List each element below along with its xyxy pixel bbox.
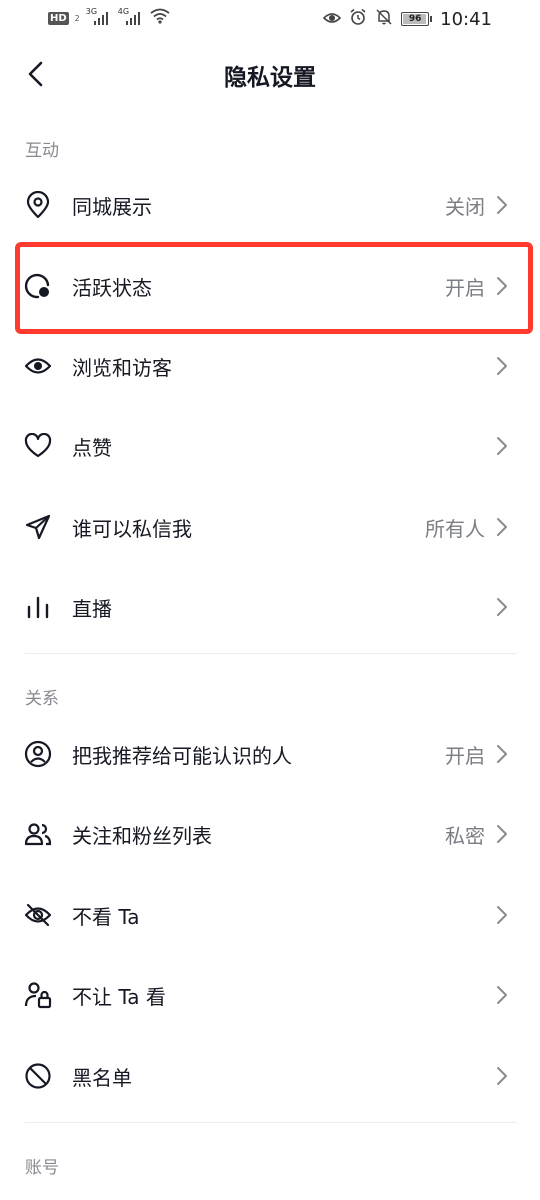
- row-label: 点赞: [72, 435, 112, 460]
- users-icon: [24, 820, 52, 848]
- eye-status-icon: [322, 10, 342, 29]
- eye-icon: [24, 352, 52, 380]
- user-circle-icon: [24, 740, 52, 768]
- row-local-display[interactable]: 同城展示 关闭: [0, 165, 540, 245]
- row-active-status[interactable]: 活跃状态 开启: [0, 246, 540, 326]
- row-value: 开启: [445, 743, 485, 768]
- signal-icon-3g: 3G: [86, 7, 112, 27]
- status-right: 96 10:41: [322, 8, 492, 30]
- row-dont-let-ta-see[interactable]: 不让 Ta 看: [0, 955, 540, 1035]
- row-label: 把我推荐给可能认识的人: [72, 743, 292, 768]
- heart-icon: [24, 432, 52, 460]
- battery-icon: 96: [401, 12, 433, 26]
- section-header-interaction: 互动: [25, 141, 59, 161]
- row-live[interactable]: 直播: [0, 567, 540, 647]
- chevron-right-icon: [492, 905, 512, 925]
- status-bar: HD 2 3G 4G 96 10:41: [0, 0, 540, 40]
- hd-number: 2: [74, 13, 80, 23]
- row-likes[interactable]: 点赞: [0, 406, 540, 486]
- nav-bar: 隐私设置: [0, 44, 540, 104]
- row-label: 同城展示: [72, 194, 152, 219]
- alarm-icon: [349, 8, 367, 30]
- status-left: HD 2 3G 4G: [48, 7, 170, 28]
- section-header-account: 账号: [25, 1158, 59, 1178]
- section-header-relations: 关系: [25, 689, 59, 709]
- chevron-right-icon: [492, 597, 512, 617]
- section-divider: [25, 653, 517, 654]
- row-recommend-to-acquaintances[interactable]: 把我推荐给可能认识的人 开启: [0, 714, 540, 794]
- chevron-right-icon: [492, 436, 512, 456]
- hd-badge: HD: [48, 11, 69, 25]
- row-label: 不让 Ta 看: [72, 984, 166, 1009]
- row-value: 所有人: [425, 516, 485, 541]
- chevron-right-icon: [492, 517, 512, 537]
- page-title: 隐私设置: [224, 65, 316, 91]
- mute-icon: [375, 8, 393, 30]
- eye-off-icon: [24, 901, 52, 929]
- signal-icon-4g: 4G: [118, 7, 144, 27]
- battery-percent: 96: [408, 14, 422, 24]
- row-value: 私密: [445, 823, 485, 848]
- chevron-right-icon: [492, 276, 512, 296]
- chevron-right-icon: [492, 744, 512, 764]
- block-icon: [24, 1062, 52, 1090]
- section-divider: [25, 1122, 517, 1123]
- user-lock-icon: [24, 981, 52, 1009]
- wifi-icon: [150, 8, 170, 28]
- row-label: 活跃状态: [72, 275, 152, 300]
- row-value: 关闭: [445, 194, 485, 219]
- row-label: 谁可以私信我: [72, 516, 192, 541]
- chevron-right-icon: [492, 985, 512, 1005]
- location-pin-icon: [24, 191, 52, 219]
- chevron-right-icon: [492, 824, 512, 844]
- active-status-icon: [24, 272, 52, 300]
- row-who-can-message[interactable]: 谁可以私信我 所有人: [0, 487, 540, 567]
- clock: 10:41: [440, 8, 492, 30]
- row-label: 直播: [72, 596, 112, 621]
- live-bars-icon: [24, 593, 52, 621]
- row-label: 关注和粉丝列表: [72, 823, 212, 848]
- row-follow-fans-list[interactable]: 关注和粉丝列表 私密: [0, 794, 540, 874]
- row-browse-visitors[interactable]: 浏览和访客: [0, 326, 540, 406]
- row-blacklist[interactable]: 黑名单: [0, 1036, 540, 1116]
- row-value: 开启: [445, 275, 485, 300]
- row-label: 浏览和访客: [72, 355, 172, 380]
- row-label: 不看 Ta: [72, 904, 140, 929]
- row-dont-see-ta[interactable]: 不看 Ta: [0, 875, 540, 955]
- row-label: 黑名单: [72, 1065, 132, 1090]
- chevron-right-icon: [492, 1066, 512, 1086]
- chevron-right-icon: [492, 356, 512, 376]
- send-icon: [24, 513, 52, 541]
- chevron-right-icon: [492, 195, 512, 215]
